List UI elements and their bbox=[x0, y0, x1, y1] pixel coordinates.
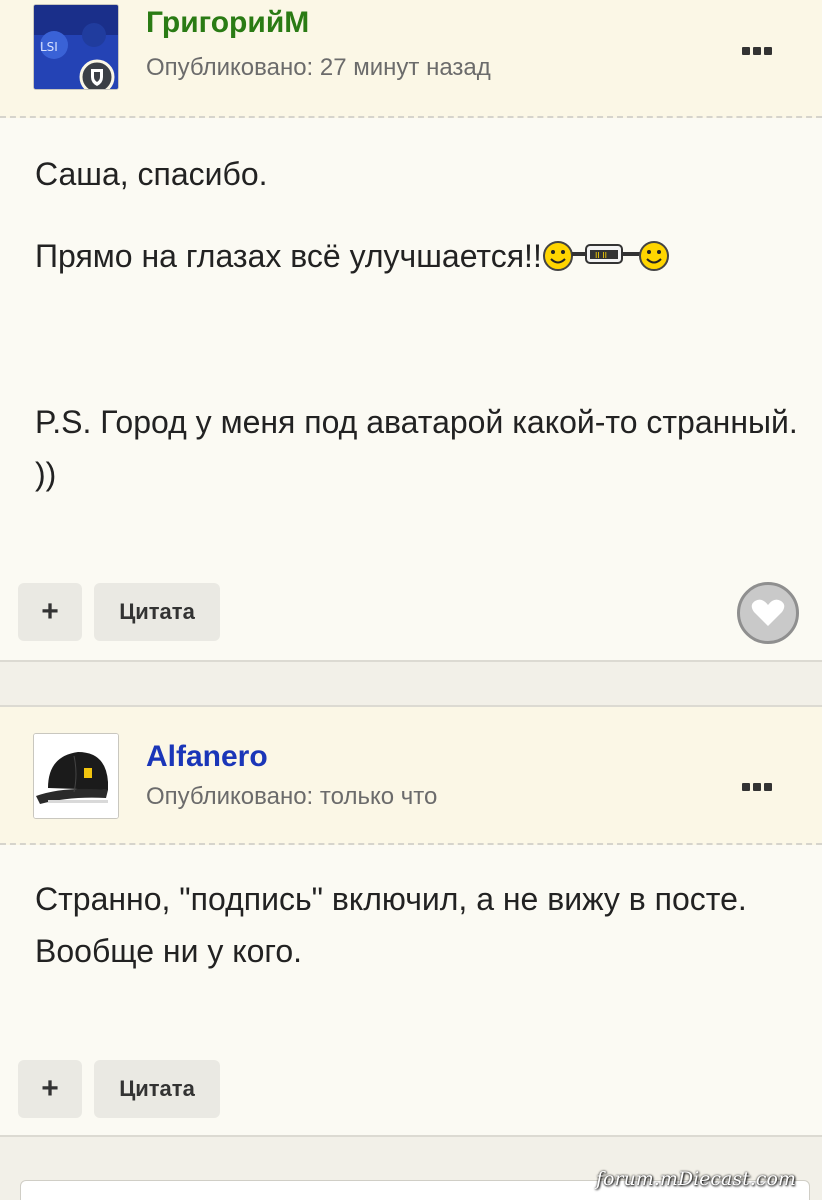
plus-button[interactable]: + bbox=[18, 583, 82, 641]
avatar-image bbox=[34, 734, 118, 818]
quote-button[interactable]: Цитата bbox=[94, 1060, 220, 1118]
post-timestamp: Опубликовано: 27 минут назад bbox=[146, 54, 491, 81]
watermark-logo: forum.mDiecast.com bbox=[596, 1168, 796, 1190]
plus-button[interactable]: + bbox=[18, 1060, 82, 1118]
post-text: Странно, "подпись" включил, а не вижу в … bbox=[35, 881, 747, 969]
post-text-line: Прямо на глазах всё улучшается!! II II bbox=[35, 230, 805, 288]
post-text: Саша, спасибо. bbox=[35, 156, 268, 192]
avatar[interactable]: LSI bbox=[33, 4, 119, 90]
svg-text:II II: II II bbox=[595, 251, 607, 260]
forum-post: LSI ГригорийМ Опубликовано: 27 минут наз… bbox=[0, 0, 822, 662]
post-header: LSI ГригорийМ Опубликовано: 27 минут наз… bbox=[0, 0, 822, 118]
like-button[interactable] bbox=[737, 582, 799, 644]
quote-button[interactable]: Цитата bbox=[94, 583, 220, 641]
avatar-image: LSI bbox=[34, 5, 118, 89]
heart-icon bbox=[751, 599, 785, 626]
post-text: P.S. Город у меня под аватарой какой-то … bbox=[35, 404, 798, 492]
post-header: Alfanero Опубликовано: только что bbox=[0, 707, 822, 845]
more-options-icon[interactable] bbox=[742, 45, 774, 57]
svg-text:LSI: LSI bbox=[40, 40, 58, 54]
post-text: Прямо на глазах всё улучшается!! bbox=[35, 238, 542, 274]
author-name[interactable]: Alfanero bbox=[146, 740, 268, 774]
avatar[interactable] bbox=[33, 733, 119, 819]
author-name[interactable]: ГригорийМ bbox=[146, 6, 309, 40]
forum-post: Alfanero Опубликовано: только что Странн… bbox=[0, 705, 822, 1137]
post-timestamp: Опубликовано: только что bbox=[146, 783, 438, 810]
more-options-icon[interactable] bbox=[742, 781, 774, 793]
smiley-icon: II II bbox=[542, 236, 672, 288]
